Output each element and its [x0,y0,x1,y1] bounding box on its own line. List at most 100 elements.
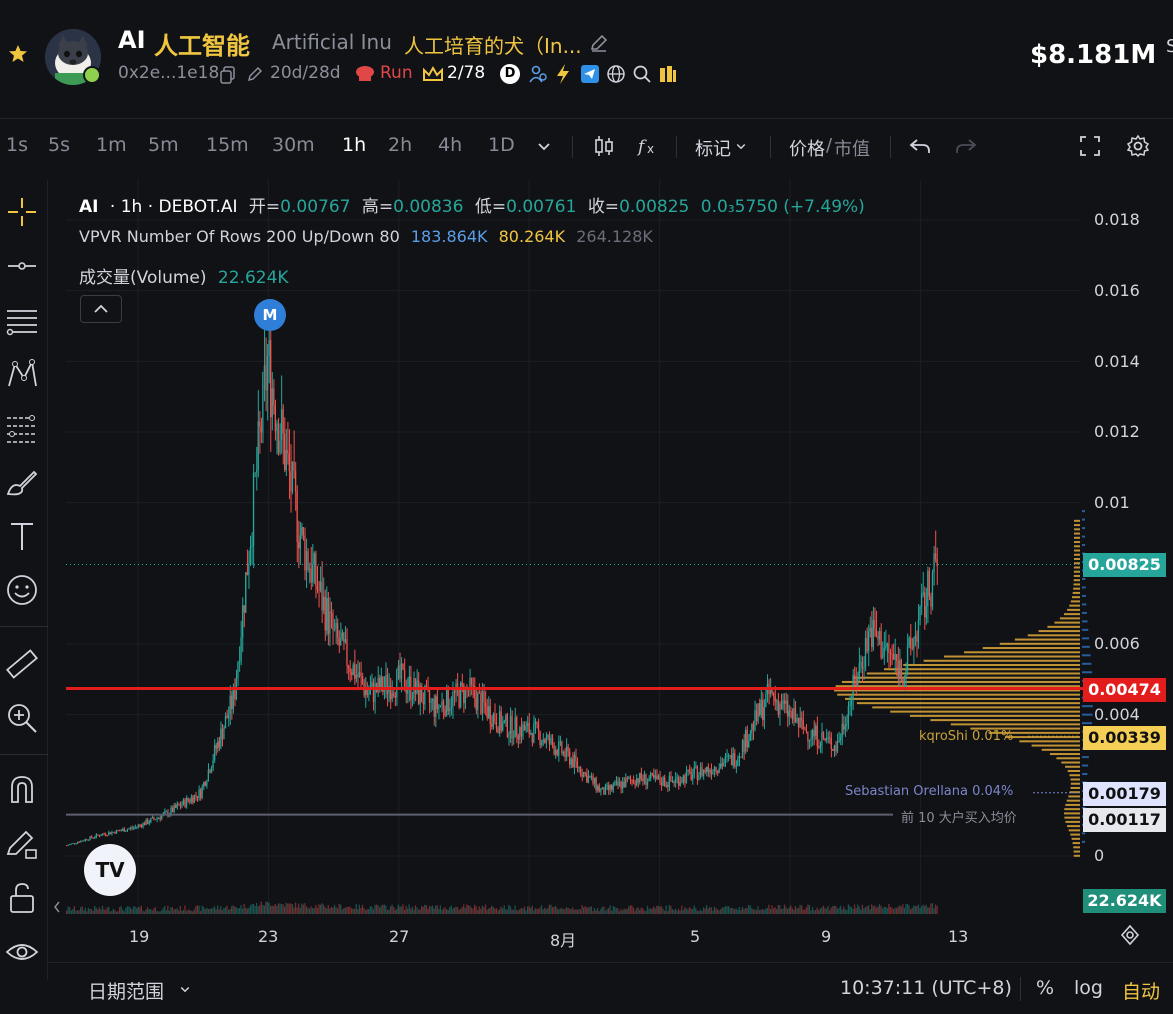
date-range-menu[interactable]: 日期范围 [88,977,164,1004]
tradingview-logo[interactable]: TV [84,844,136,896]
books-icon[interactable] [658,64,678,84]
ruler-icon[interactable] [4,646,40,682]
clock-timezone[interactable]: 10:37:11 (UTC+8) [840,977,1012,999]
volume-bar [779,905,781,914]
tf-5m[interactable]: 5m [148,134,179,156]
undo-icon[interactable] [908,134,932,158]
axis-settings-icon[interactable] [1118,923,1142,947]
collapse-legend-button[interactable] [80,295,122,323]
candle-body [447,688,449,712]
volume-bar [607,908,610,914]
vpvr-row [1069,774,1080,777]
volume-bar [212,907,214,914]
candle-body [576,761,579,769]
candle-body [321,581,323,611]
auto-scale-toggle[interactable]: 自动 [1122,977,1160,1004]
zoom-in-icon[interactable] [4,700,40,736]
volume-bar [720,909,722,914]
percent-toggle[interactable]: % [1036,977,1054,999]
redo-icon[interactable] [954,134,978,158]
copy-icon[interactable] [220,66,236,84]
market-cap-toggle[interactable]: 市值 [834,135,870,161]
lock-drawing-icon[interactable] [4,826,40,862]
scroll-left-icon[interactable] [52,900,62,914]
candle-body [117,830,119,831]
vpvr-right-row [1082,518,1086,521]
volume-bar [207,908,209,914]
volume-bar [849,906,851,914]
candle-body [470,677,473,685]
fib-lines-icon[interactable] [4,302,40,338]
tf-1s[interactable]: 1s [6,134,28,156]
lightning-icon[interactable] [554,63,572,85]
volume-bar [125,908,127,914]
candle-body [145,819,147,825]
close-label: 收= [587,197,620,217]
pattern-tool-icon[interactable] [4,356,40,392]
vpvr-row [1073,549,1080,552]
candle-body [561,741,563,754]
candle-body [229,695,231,715]
candle-body [751,723,753,734]
tf-5s[interactable]: 5s [48,134,70,156]
tf-1d[interactable]: 1D [488,134,515,156]
users-icon[interactable] [528,64,548,84]
volume-bar [220,906,222,914]
tf-1m[interactable]: 1m [96,134,127,156]
migration-marker[interactable]: M [254,299,286,331]
log-toggle[interactable]: log [1074,977,1103,999]
candle-body [797,717,800,728]
chevron-down-icon[interactable] [532,134,556,158]
brush-icon[interactable] [4,464,40,500]
fullscreen-icon[interactable] [1078,134,1102,158]
unlock-icon[interactable] [4,880,40,916]
volume-bar [867,905,870,914]
dexscreener-icon[interactable]: D [500,64,520,84]
candle-body [112,832,114,833]
volume-bar [265,901,267,914]
price-toggle[interactable]: 价格 [789,135,825,161]
candlestick-icon[interactable] [592,134,616,158]
volume-bar [324,907,326,914]
tf-1h[interactable]: 1h [342,134,366,156]
chevron-down-icon[interactable] [732,137,750,155]
eye-icon[interactable] [4,934,40,970]
candle-body [734,753,736,767]
crosshair-icon[interactable] [4,194,40,230]
volume-bar [486,909,488,914]
tf-2h[interactable]: 2h [388,134,412,156]
globe-icon[interactable] [606,64,626,84]
emoji-icon[interactable] [4,572,40,608]
candle-body [354,664,356,679]
chevron-down-icon[interactable] [176,980,194,998]
tf-15m[interactable]: 15m [206,134,249,156]
magnet-icon[interactable] [4,772,40,808]
edit-icon[interactable] [588,32,610,54]
tf-30m[interactable]: 30m [272,134,315,156]
telegram-icon[interactable] [580,64,600,84]
candle-body [818,746,820,748]
markers-menu[interactable]: 标记 [695,135,731,161]
vpvr-right-row [1082,722,1092,725]
forecast-tool-icon[interactable] [4,410,40,446]
candle-body [481,691,484,714]
favorite-star-icon[interactable] [8,44,28,64]
volume-bar [185,911,188,914]
volume-bar [579,909,582,914]
candle-body [836,741,839,752]
text-tool-icon[interactable] [4,518,40,554]
vpvr-row [837,693,1080,696]
candle-body [322,596,325,611]
volume-bar [456,907,459,914]
tf-4h[interactable]: 4h [438,134,462,156]
search-icon[interactable] [632,64,652,84]
indicators-fx-icon[interactable]: f x [636,134,660,158]
volume-bar [433,908,435,914]
volume-bar [385,905,387,914]
volume-bar [428,905,431,914]
trend-line-icon[interactable] [4,248,40,284]
candle-body [611,785,613,790]
settings-gear-icon[interactable] [1126,134,1150,158]
volume-bar [282,904,284,914]
price-chart[interactable] [48,180,1173,962]
